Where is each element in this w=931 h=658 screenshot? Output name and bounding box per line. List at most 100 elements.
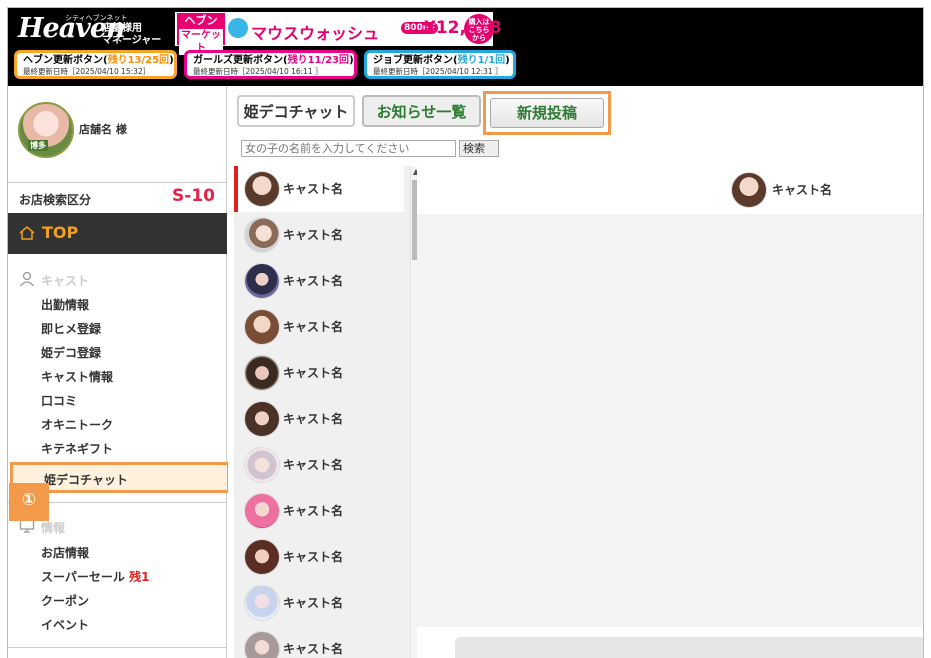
cast-name: キャスト名 [283, 642, 344, 656]
heaven-market-logo: ヘブン マーケット [177, 13, 225, 55]
girls-update-time: 最終更新日時［2025/04/10 16:11 ］ [193, 67, 323, 76]
shop-name: 店舗名 様 [79, 123, 127, 136]
banner-product: マウスウォッシュ [251, 24, 380, 43]
super-sale-badge: 残1 [129, 570, 150, 584]
logo[interactable]: Heaven シティヘブンネット 店舗様用 マネージャー [18, 12, 173, 48]
section-info: 情報 [41, 521, 66, 535]
banner-left-top: ヘブン [184, 14, 218, 27]
cast-avatar [244, 355, 280, 391]
buy-badge[interactable]: 購入は こちら から [464, 14, 494, 44]
heaven-update-time: 最終更新日時［2025/04/10 15:32］ [23, 67, 151, 76]
logo-tagline: シティヘブンネット [65, 14, 128, 22]
cast-row[interactable]: キャスト名 [234, 396, 404, 442]
girls-update-text: ガールズ更新ボタン( [193, 55, 288, 66]
shop-info: 博多 店舗名 様 [8, 86, 227, 182]
buy-badge-line2: こちら [468, 26, 490, 34]
region-code: S-10 [172, 186, 215, 206]
cast-avatar [244, 401, 280, 437]
super-sale-label: スーパーセール [41, 570, 125, 584]
cast-name: キャスト名 [283, 320, 344, 334]
sidebar-item-instant-hime[interactable]: 即ヒメ登録 [41, 320, 101, 337]
ad-banner[interactable]: ヘブン マーケット マウスウォッシュ 800ml ¥12,038 購入は こちら… [175, 12, 501, 55]
nav-top[interactable]: TOP [8, 213, 227, 254]
bottle-icon [228, 18, 248, 38]
new-post-highlight: 新規投稿 [483, 91, 611, 135]
cast-row[interactable]: キャスト名 [234, 258, 404, 304]
girls-update-button[interactable]: ガールズ更新ボタン(残り11/23回) 最終更新日時［2025/04/10 16… [184, 50, 357, 79]
cast-row[interactable]: キャスト名 [234, 534, 404, 580]
buy-badge-line1: 購入は [468, 18, 490, 26]
sidebar: 博多 店舗名 様 お店検索区分 S-10 TOP キャスト 出勤情報 即ヒメ登録… [8, 86, 230, 658]
cast-row[interactable]: キャスト名 [234, 488, 404, 534]
cast-name: キャスト名 [283, 550, 344, 564]
sidebar-item-himedeco-register[interactable]: 姫デコ登録 [41, 344, 101, 361]
chat-message-bubble [455, 637, 923, 658]
cast-avatar [244, 309, 280, 345]
sidebar-item-kitene-gift[interactable]: キテネギフト [41, 440, 113, 457]
cast-avatar [244, 539, 280, 575]
logo-sub2: マネージャー [102, 35, 162, 46]
sidebar-item-cast-info[interactable]: キャスト情報 [41, 368, 113, 385]
top-label: TOP [42, 223, 79, 242]
cast-name: キャスト名 [283, 412, 344, 426]
cast-name: キャスト名 [283, 228, 344, 242]
cast-row[interactable]: キャスト名 [234, 580, 404, 626]
new-post-button[interactable]: 新規投稿 [490, 98, 604, 128]
heaven-update-label: ヘブン更新ボタン(残り13/25回) [23, 54, 174, 67]
job-update-text: ジョブ更新ボタン( [373, 55, 458, 66]
sidebar-item-event[interactable]: イベント [41, 616, 89, 633]
home-icon [19, 226, 35, 240]
cast-name: キャスト名 [283, 596, 344, 610]
job-update-paren: ) [505, 55, 510, 66]
job-update-button[interactable]: ジョブ更新ボタン(残り1/1回) 最終更新日時［2025/04/10 12:31… [364, 50, 516, 79]
cast-search-input[interactable] [241, 140, 456, 157]
sidebar-item-okini-talk[interactable]: オキニトーク [41, 416, 113, 433]
job-update-time: 最終更新日時［2025/04/10 12:31 ］ [373, 67, 503, 76]
chat-header: キャスト名 [417, 166, 923, 214]
cast-avatar [244, 585, 280, 621]
tab-himedeco-chat[interactable]: 姫デコチャット [237, 95, 355, 127]
sidebar-item-attendance[interactable]: 出勤情報 [41, 296, 89, 313]
shop-avatar[interactable]: 博多 [18, 102, 74, 158]
divider [8, 647, 227, 648]
cast-avatar [244, 171, 280, 207]
cast-row[interactable]: キャスト名 [234, 442, 404, 488]
cast-name: キャスト名 [283, 274, 344, 288]
cast-row[interactable]: キャスト名 [234, 166, 404, 212]
cast-row[interactable]: キャスト名 [234, 626, 404, 658]
heaven-update-button[interactable]: ヘブン更新ボタン(残り13/25回) 最終更新日時［2025/04/10 15:… [14, 50, 177, 79]
section-cast: キャスト [41, 274, 90, 288]
girls-update-remaining: 残り11/23回 [287, 55, 350, 66]
sidebar-item-reviews[interactable]: 口コミ [41, 392, 77, 409]
cast-avatar [244, 631, 280, 658]
job-update-label: ジョブ更新ボタン(残り1/1回) [373, 54, 510, 67]
cast-row[interactable]: キャスト名 [234, 212, 404, 258]
cast-row[interactable]: キャスト名 [234, 304, 404, 350]
chat-cast-avatar [731, 172, 767, 208]
sidebar-item-himedeco-chat-label: 姫デコチャット [44, 473, 128, 487]
main-panel: 姫デコチャット お知らせ一覧 新規投稿 ② 検索 キャスト名 キャスト名 キャス… [228, 86, 923, 658]
cast-name: キャスト名 [283, 504, 344, 518]
logo-subtitle: 店舗様用 マネージャー [102, 23, 161, 47]
tab-notice-list[interactable]: お知らせ一覧 [362, 95, 481, 127]
logo-sub1: 店舗様用 [102, 23, 142, 34]
girls-update-label: ガールズ更新ボタン(残り11/23回) [193, 54, 354, 67]
annotation-1: ① [9, 483, 49, 521]
chat-cast-name: キャスト名 [772, 183, 833, 197]
sidebar-item-super-sale[interactable]: スーパーセール 残1 [41, 568, 149, 585]
cast-name: キャスト名 [283, 366, 344, 380]
cast-avatar [244, 217, 280, 253]
cast-list-scrollbar[interactable]: ▲ [410, 166, 417, 658]
chat-panel: キャスト名 [417, 166, 923, 658]
cast-avatar [244, 493, 280, 529]
cast-row[interactable]: キャスト名 [234, 350, 404, 396]
search-button[interactable]: 検索 [459, 140, 499, 157]
sidebar-item-coupon[interactable]: クーポン [41, 592, 89, 609]
region-label: お店検索区分 [19, 193, 92, 207]
job-update-remaining: 残り1/1回 [457, 55, 506, 66]
girls-update-paren: ) [349, 55, 354, 66]
cast-name: キャスト名 [283, 182, 344, 196]
shop-avatar-label: 博多 [28, 140, 48, 151]
heaven-update-text: ヘブン更新ボタン( [23, 55, 108, 66]
sidebar-item-shop-info[interactable]: お店情報 [41, 544, 89, 561]
